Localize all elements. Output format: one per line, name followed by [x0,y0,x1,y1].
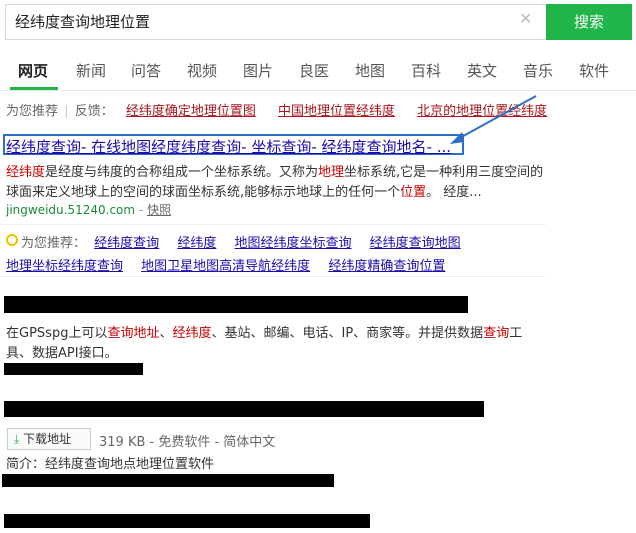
snippet-text: 。 经度... [426,185,482,200]
recommend-link[interactable]: 经纬度查询 [94,236,159,251]
recommend-label: 为您推荐 [6,104,59,119]
tab-map[interactable]: 地图 [355,60,385,81]
recommend-link[interactable]: 中国地理位置经纬度 [278,104,395,119]
snippet-text: 、基站、邮编、电话、IP、商家等。并提供数据 [211,326,484,341]
tab-software[interactable]: 软件 [579,60,609,81]
result-snippet: 经纬度是经度与纬度的合称组成一个坐标系统。又称为地理坐标系统,它是一种利用三度空… [6,161,543,180]
tab-english[interactable]: 英文 [467,60,497,81]
recommend-link[interactable]: 经纬度 [177,236,216,251]
snippet-text: 是经度与纬度的合称组成一个坐标系统。又称为 [45,165,319,180]
download-label: 下载地址 [23,432,72,446]
search-input[interactable]: 经纬度查询地理位置 [15,11,150,32]
url-text: jingweidu.51240.com [6,203,136,217]
download-icon: ⤓ [14,432,20,446]
result-snippet: 具、数据API接口。 [6,346,118,361]
snippet-highlight: 经纬度 [6,165,46,180]
tab-qa[interactable]: 问答 [131,60,161,81]
tab-music[interactable]: 音乐 [523,60,553,81]
redacted-title [4,401,484,417]
tab-baike[interactable]: 百科 [411,60,441,81]
feedback-link[interactable]: 反馈： [75,104,114,119]
tab-web[interactable]: 网页 [18,60,48,81]
separator: | [64,104,69,119]
redacted-title [4,296,468,313]
divider [0,276,546,277]
recommend-link[interactable]: 地图经纬度坐标查询 [234,236,351,251]
result-url: jingweidu.51240.com - 快照 [6,203,172,217]
result-intro: 简介：经纬度查询地点地理位置软件 [6,457,215,472]
tab-divider [0,90,636,91]
download-button[interactable]: ⤓ 下载地址 [7,428,91,450]
snippet-text: 球面来定义地球上的空间的球面坐标系统,能够标示地球上的任何一个 [6,185,401,200]
snippet-highlight: 地理 [318,165,345,180]
snippet-text: 在GPSspg上可以 [6,326,108,341]
snippet-text: 坐标系统,它是一种利用三度空间的 [344,165,544,180]
recommend-link[interactable]: 地理坐标经纬度查询 [6,259,123,274]
tab-video[interactable]: 视频 [187,60,217,81]
snippet-text: 、 [159,326,173,341]
redacted-url [4,363,143,375]
recommend-link[interactable]: 经纬度确定地理位置图 [126,104,256,119]
recommend-row: 为您推荐： 经纬度查询 经纬度 地图经纬度坐标查询 经纬度查询地图 [21,232,461,251]
result-meta: 319 KB - 免费软件 - 简体中文 [99,435,276,450]
snapshot-link[interactable]: 快照 [147,203,171,217]
recommend-link[interactable]: 经纬度精确查询位置 [328,259,445,274]
result-title[interactable]: 经纬度查询- 在线地图经度纬度查询- 坐标查询- 经纬度查询地名- ... [6,136,451,157]
snippet-highlight: 查询 [483,326,510,341]
close-icon[interactable]: ✕ [519,9,532,29]
recommend-label: 为您推荐： [21,236,87,251]
result-snippet: 在GPSspg上可以查询地址、经纬度、基站、邮编、电话、IP、商家等。并提供数据… [6,322,522,341]
search-button[interactable]: 搜索 [546,4,632,40]
snippet-highlight: 位置 [400,185,427,200]
recommend-link[interactable]: 地图卫星地图高清导航经纬度 [141,259,310,274]
snippet-text: 工 [509,326,523,341]
result-snippet: 球面来定义地球上的空间的球面坐标系统,能够标示地球上的任何一个位置。 经度... [6,181,482,200]
tab-images[interactable]: 图片 [243,60,273,81]
recommend-row: 地理坐标经纬度查询 地图卫星地图高清导航经纬度 经纬度精确查询位置 [6,255,445,274]
recommend-link[interactable]: 经纬度查询地图 [370,236,461,251]
circle-icon [6,234,18,246]
tab-doctor[interactable]: 良医 [299,60,329,81]
tab-news[interactable]: 新闻 [76,60,106,81]
snippet-highlight: 查询地址 [107,326,160,341]
redacted-title [4,514,370,528]
divider [0,224,546,225]
snippet-highlight: 经纬度 [172,326,212,341]
redacted-text [2,474,334,487]
